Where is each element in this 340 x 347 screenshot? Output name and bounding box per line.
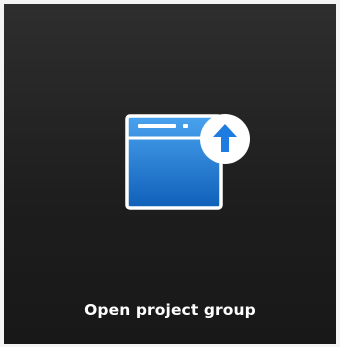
tile-label: Open project group	[84, 301, 256, 319]
upload-badge-icon	[200, 114, 250, 164]
open-project-group-tile[interactable]: Open project group	[4, 4, 336, 344]
open-project-group-icon	[124, 112, 260, 222]
